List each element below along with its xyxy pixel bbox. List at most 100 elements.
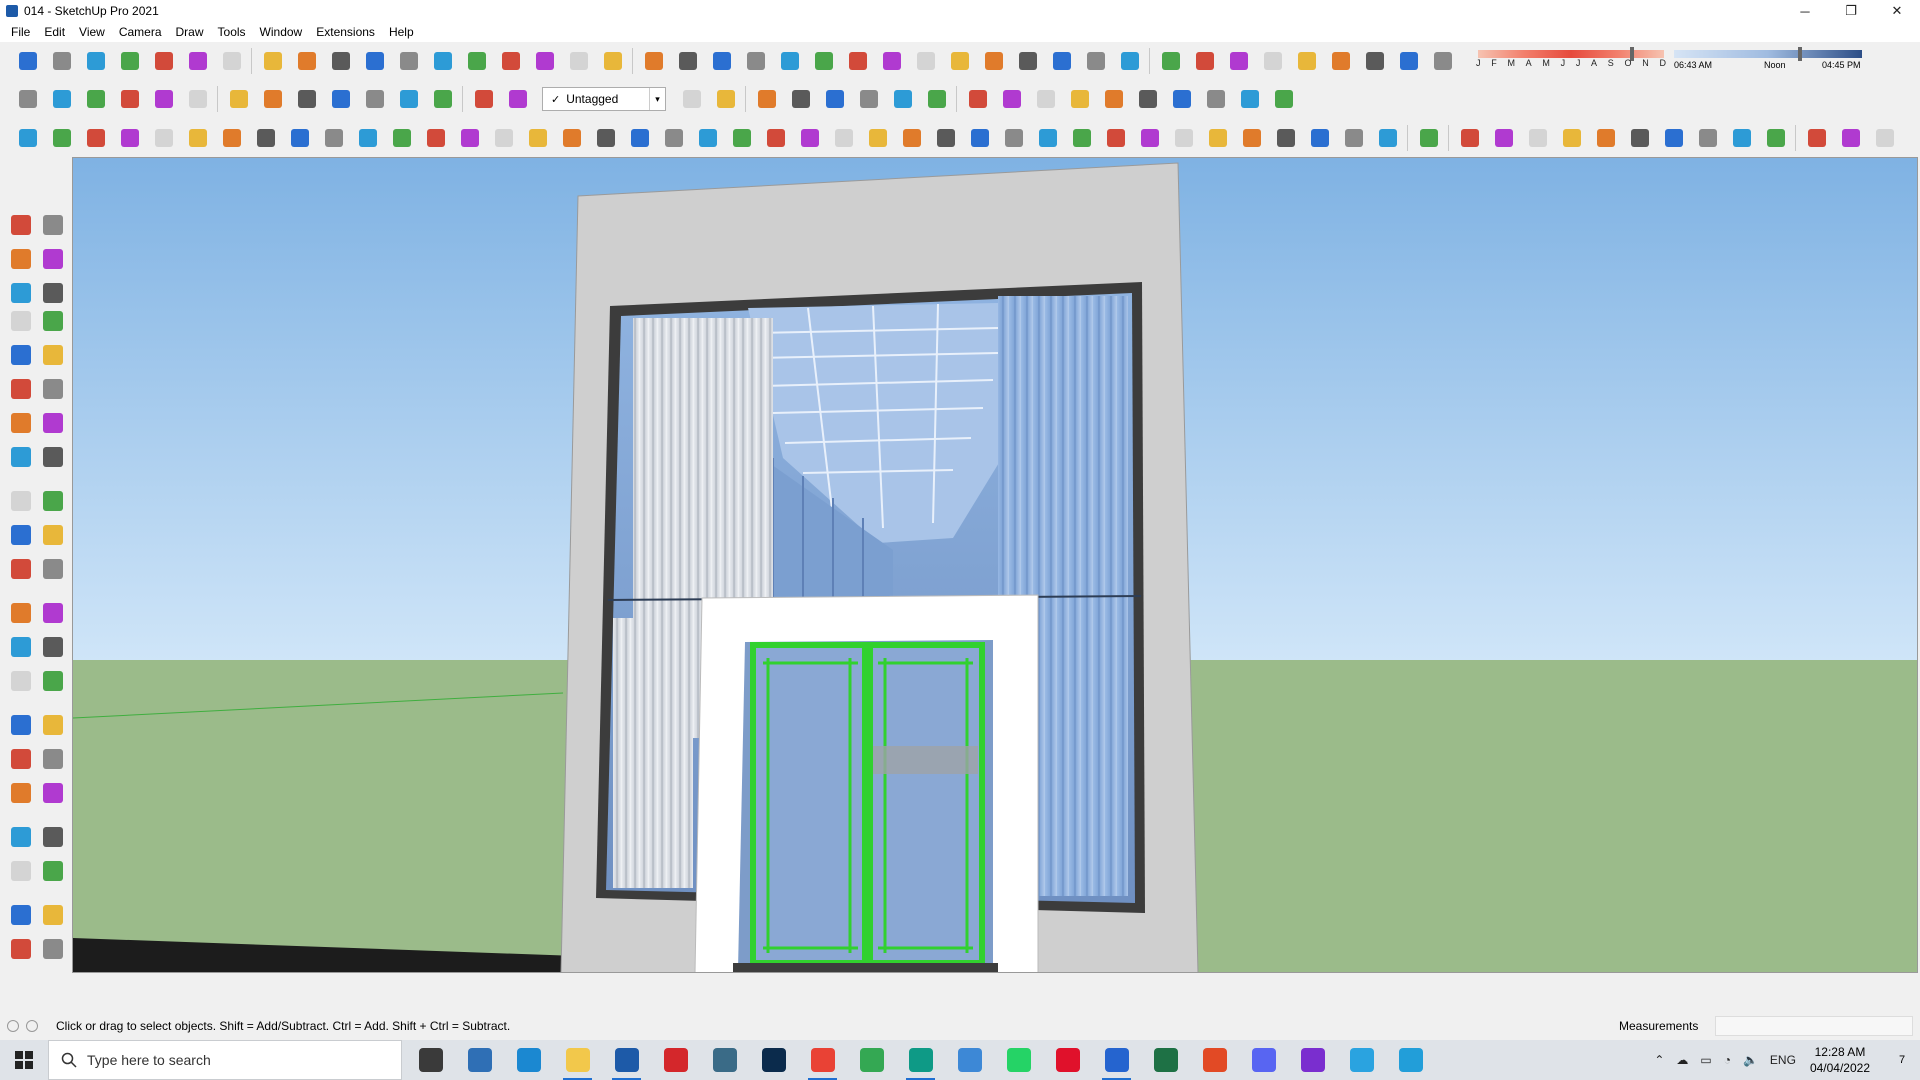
tb3-tool-button[interactable]: [390, 126, 414, 150]
tb1-tool-button[interactable]: [1227, 49, 1251, 73]
tb3-tool-button[interactable]: [288, 126, 312, 150]
left-toolbar-tool-button[interactable]: [8, 342, 34, 368]
tb2-tool-button[interactable]: [1272, 87, 1296, 111]
tb1-tool-button[interactable]: [465, 49, 489, 73]
menu-edit[interactable]: Edit: [37, 25, 72, 39]
tb2-tool-button[interactable]: [431, 87, 455, 111]
tray-chevron-icon[interactable]: ⌃: [1654, 1053, 1664, 1067]
left-toolbar-tool-button[interactable]: [8, 556, 34, 582]
tb1-tool-button[interactable]: [1016, 49, 1040, 73]
tb3-tool-button[interactable]: [1138, 126, 1162, 150]
taskbar-app-task-view[interactable]: [406, 1040, 455, 1080]
tb1-tool-button[interactable]: [642, 49, 666, 73]
left-toolbar-tool-button[interactable]: [40, 600, 66, 626]
tb3-tool-button[interactable]: [560, 126, 584, 150]
wifi-icon[interactable]: ◔: [1724, 1053, 1731, 1067]
tb3-tool-button[interactable]: [220, 126, 244, 150]
tb2-tool-button[interactable]: [1102, 87, 1126, 111]
tb2-tool-button[interactable]: [152, 87, 176, 111]
tb3-tool-button[interactable]: [1560, 126, 1584, 150]
tb1-tool-button[interactable]: [431, 49, 455, 73]
tb3-tool-button[interactable]: [1308, 126, 1332, 150]
left-toolbar-tool-button[interactable]: [8, 902, 34, 928]
tb1-tool-button[interactable]: [1159, 49, 1183, 73]
tb1-tool-button[interactable]: [363, 49, 387, 73]
time-slider-thumb[interactable]: [1798, 47, 1802, 61]
tb2-tool-button[interactable]: [1068, 87, 1092, 111]
info-icon[interactable]: [26, 1020, 38, 1032]
left-toolbar-tool-button[interactable]: [8, 488, 34, 514]
tb3-tool-button[interactable]: [1002, 126, 1026, 150]
taskbar-app-sketchup[interactable]: [602, 1040, 651, 1080]
taskbar-search[interactable]: Type here to search: [48, 1040, 402, 1080]
left-toolbar-tool-button[interactable]: [40, 902, 66, 928]
tb1-tool-button[interactable]: [220, 49, 244, 73]
tb3-tool-button[interactable]: [1492, 126, 1516, 150]
left-toolbar-tool-button[interactable]: [40, 936, 66, 962]
restore-button[interactable]: ❐: [1828, 0, 1874, 22]
tb2-tool-button[interactable]: [680, 87, 704, 111]
tb3-tool-button[interactable]: [900, 126, 924, 150]
glass-door[interactable]: [750, 642, 985, 966]
tb3-tool-button[interactable]: [50, 126, 74, 150]
tb3-tool-button[interactable]: [1376, 126, 1400, 150]
tb2-tool-button[interactable]: [84, 87, 108, 111]
tb1-tool-button[interactable]: [846, 49, 870, 73]
left-toolbar-tool-button[interactable]: [40, 342, 66, 368]
menu-draw[interactable]: Draw: [169, 25, 211, 39]
taskbar-app-app-green[interactable]: [896, 1040, 945, 1080]
tb3-tool-button[interactable]: [1764, 126, 1788, 150]
tb1-tool-button[interactable]: [50, 49, 74, 73]
tb1-tool-button[interactable]: [1050, 49, 1074, 73]
tb3-tool-button[interactable]: [526, 126, 550, 150]
left-toolbar-tool-button[interactable]: [8, 824, 34, 850]
taskbar-app-autocad[interactable]: [700, 1040, 749, 1080]
left-toolbar-tool-button[interactable]: [8, 668, 34, 694]
taskbar-app-todo[interactable]: [1092, 1040, 1141, 1080]
tb3-tool-button[interactable]: [16, 126, 40, 150]
tb1-tool-button[interactable]: [261, 49, 285, 73]
tb3-tool-button[interactable]: [1036, 126, 1060, 150]
tb2-tool-button[interactable]: [50, 87, 74, 111]
month-slider[interactable]: [1478, 50, 1664, 58]
tb2-tool-button[interactable]: [1000, 87, 1024, 111]
left-toolbar-tool-button[interactable]: [40, 824, 66, 850]
tb3-tool-button[interactable]: [322, 126, 346, 150]
tb1-tool-button[interactable]: [499, 49, 523, 73]
tb2-tool-button[interactable]: [891, 87, 915, 111]
tb1-tool-button[interactable]: [152, 49, 176, 73]
tb3-tool-button[interactable]: [1873, 126, 1897, 150]
tb1-tool-button[interactable]: [880, 49, 904, 73]
tb2-tool-button[interactable]: [186, 87, 210, 111]
tb2-tool-button[interactable]: [227, 87, 251, 111]
tb3-tool-button[interactable]: [1839, 126, 1863, 150]
onedrive-icon[interactable]: ☁: [1676, 1053, 1688, 1067]
tb1-tool-button[interactable]: [118, 49, 142, 73]
left-toolbar-tool-button[interactable]: [40, 556, 66, 582]
tb1-tool-button[interactable]: [397, 49, 421, 73]
tb1-tool-button[interactable]: [1397, 49, 1421, 73]
tb3-tool-button[interactable]: [254, 126, 278, 150]
tb3-tool-button[interactable]: [1342, 126, 1366, 150]
taskbar-app-excel[interactable]: [1141, 1040, 1190, 1080]
tb1-tool-button[interactable]: [601, 49, 625, 73]
viewport-scene[interactable]: [73, 158, 1918, 973]
tb3-tool-button[interactable]: [696, 126, 720, 150]
tb2-tool-button[interactable]: [714, 87, 738, 111]
menu-file[interactable]: File: [4, 25, 37, 39]
tb3-tool-button[interactable]: [968, 126, 992, 150]
tb1-tool-button[interactable]: [1295, 49, 1319, 73]
taskbar-app-chrome-2[interactable]: [847, 1040, 896, 1080]
tb2-tool-button[interactable]: [755, 87, 779, 111]
tb3-tool-button[interactable]: [186, 126, 210, 150]
left-toolbar-tool-button[interactable]: [40, 712, 66, 738]
left-toolbar-tool-button[interactable]: [8, 858, 34, 884]
taskbar-app-telegram-2[interactable]: [1386, 1040, 1435, 1080]
clock[interactable]: 12:28 AM 04/04/2022: [1810, 1044, 1870, 1076]
tb2-tool-button[interactable]: [397, 87, 421, 111]
left-toolbar-tool-button[interactable]: [8, 376, 34, 402]
tb3-tool-button[interactable]: [934, 126, 958, 150]
tb2-tool-button[interactable]: [823, 87, 847, 111]
tb2-tool-button[interactable]: [472, 87, 496, 111]
taskbar-app-chrome[interactable]: [798, 1040, 847, 1080]
